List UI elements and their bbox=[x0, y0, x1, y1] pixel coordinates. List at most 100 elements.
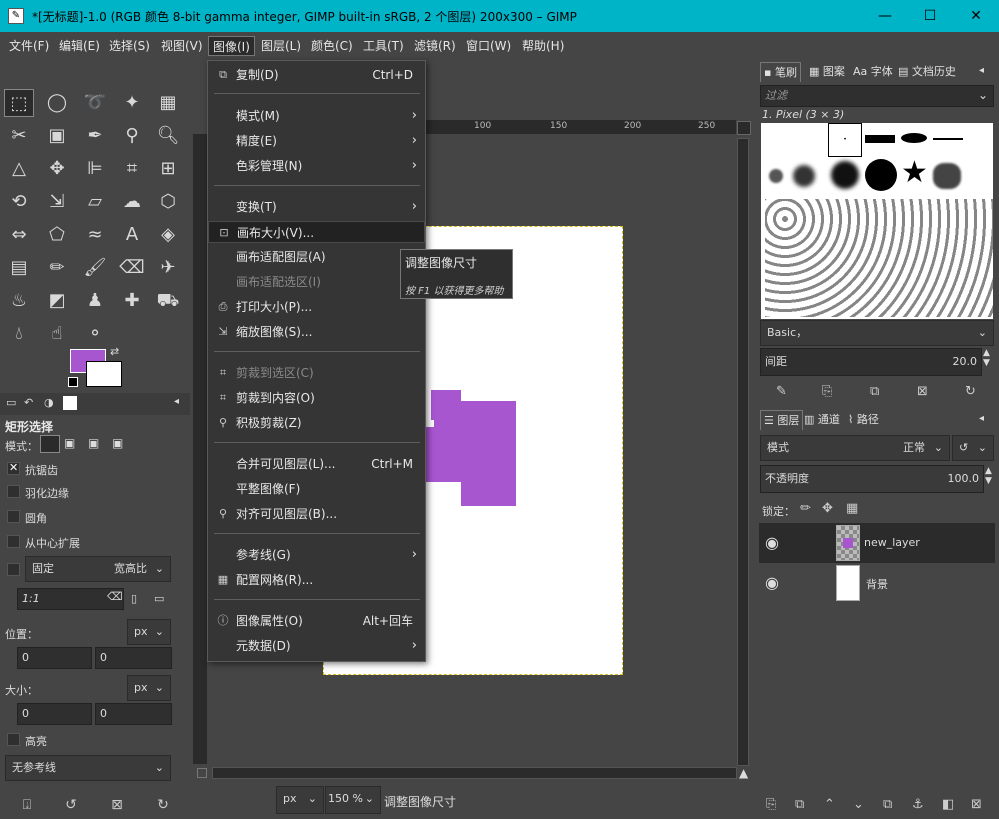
tab-brushes[interactable]: ▪ 笔刷 bbox=[760, 62, 801, 82]
tab-fonts[interactable]: Aa 字体 bbox=[850, 62, 896, 82]
menu-zealous-crop[interactable]: ⚲ 积极剪裁(Z) bbox=[208, 412, 425, 434]
refresh-brushes-icon[interactable]: ↻ bbox=[965, 384, 976, 399]
lock-alpha-icon[interactable]: ▦ bbox=[846, 501, 858, 516]
heal-icon[interactable]: ✚ bbox=[117, 287, 147, 315]
layer-name[interactable]: 背景 bbox=[866, 576, 888, 592]
eye-icon[interactable]: ◉ bbox=[765, 573, 779, 592]
swap-colors-icon[interactable]: ⇄ bbox=[110, 345, 119, 358]
clear-field-icon[interactable]: ⌫ bbox=[107, 590, 123, 603]
text-icon[interactable]: A bbox=[117, 221, 147, 249]
gradient-icon[interactable]: ▤ bbox=[4, 254, 34, 282]
spacing-slider[interactable]: 间距 20.0 bbox=[760, 348, 982, 376]
size-w-input[interactable]: 0 bbox=[17, 703, 92, 725]
menu-colors[interactable]: 颜色(C) bbox=[307, 36, 357, 56]
guides-dropdown[interactable]: 无参考线 ⌄ bbox=[5, 755, 171, 781]
chevron-down-icon[interactable]: ⌄ bbox=[978, 88, 988, 102]
composite-mode-dropdown[interactable]: ↺ ⌄ bbox=[952, 435, 994, 461]
mask-layer-icon[interactable]: ◧ bbox=[942, 797, 954, 812]
mode-subtract-icon[interactable]: ▣ bbox=[88, 436, 99, 450]
shear-icon[interactable]: ▱ bbox=[80, 188, 110, 216]
menu-fit-canvas-layers[interactable]: 画布适配图层(A) bbox=[208, 246, 425, 268]
menu-crop-to-selection[interactable]: ⌗ 剪裁到选区(C) bbox=[208, 362, 425, 384]
layer-mode-dropdown[interactable]: 模式 正常 ⌄ bbox=[760, 435, 950, 461]
brush-soft[interactable] bbox=[831, 161, 859, 189]
brush-hard[interactable] bbox=[865, 159, 897, 191]
edit-brush-icon[interactable]: ✎ bbox=[776, 384, 787, 399]
menu-layer[interactable]: 图层(L) bbox=[257, 36, 305, 56]
color-picker-icon[interactable]: ⚲ bbox=[117, 122, 147, 150]
new-brush-icon[interactable]: ⎘ bbox=[822, 384, 832, 399]
menu-duplicate[interactable]: ⧉ 复制(D) Ctrl+D bbox=[208, 64, 425, 86]
vertical-scrollbar[interactable] bbox=[737, 138, 749, 766]
menu-image[interactable]: 图像(I) bbox=[208, 36, 255, 56]
portrait-icon[interactable]: ▯ bbox=[131, 592, 137, 605]
navigate-icon[interactable] bbox=[737, 121, 751, 135]
menu-tools[interactable]: 工具(T) bbox=[359, 36, 408, 56]
foreground-select-icon[interactable]: ▣ bbox=[42, 122, 72, 150]
paintbrush-icon[interactable]: 🖌︎ bbox=[80, 254, 110, 282]
mode-replace-icon[interactable] bbox=[40, 435, 60, 453]
cage-icon[interactable]: ⬠ bbox=[42, 221, 72, 249]
dodge-burn-icon[interactable]: ⚬ bbox=[80, 320, 110, 348]
fixed-dropdown[interactable]: 固定 宽高比 ⌄ bbox=[25, 556, 171, 582]
3d-transform-icon[interactable]: ⬡ bbox=[153, 188, 183, 216]
blur-icon[interactable]: 💧︎ bbox=[4, 320, 34, 348]
brush-preset-dropdown[interactable]: Basic， ⌄ bbox=[760, 320, 994, 346]
menu-crop-to-content[interactable]: ⌗ 剪裁到内容(O) bbox=[208, 387, 425, 409]
duplicate-brush-icon[interactable]: ⧉ bbox=[870, 384, 879, 399]
brush-star[interactable]: ★ bbox=[901, 155, 928, 190]
eye-icon[interactable]: ◉ bbox=[765, 533, 779, 552]
new-layer-group-icon[interactable]: ⧉ bbox=[795, 797, 804, 812]
size-h-input[interactable]: 0 bbox=[95, 703, 172, 725]
expand-center-checkbox[interactable] bbox=[7, 535, 20, 548]
mode-add-icon[interactable]: ▣ bbox=[64, 436, 75, 450]
opacity-stepper[interactable]: ▲ ▼ bbox=[985, 466, 992, 486]
new-layer-icon[interactable]: ⎘ bbox=[766, 797, 776, 812]
menu-flatten[interactable]: 平整图像(F) bbox=[208, 478, 425, 500]
close-icon[interactable]: ✕ bbox=[953, 0, 999, 32]
menu-windows[interactable]: 窗口(W) bbox=[462, 36, 515, 56]
zoom-dropdown[interactable]: 150 % ⌄ bbox=[325, 786, 381, 814]
layer-row[interactable]: ◉ new_layer bbox=[759, 523, 995, 563]
tab-paths[interactable]: ⌇ 路径 bbox=[845, 410, 882, 430]
paths-icon[interactable]: ✒ bbox=[80, 122, 110, 150]
menu-precision[interactable]: 精度(E) › bbox=[208, 130, 425, 152]
rounded-checkbox[interactable] bbox=[7, 510, 20, 523]
device-status-tab-icon[interactable]: ↶ bbox=[24, 396, 33, 409]
brush-filter-input[interactable]: 过滤 bbox=[760, 85, 994, 107]
bucket-fill-icon[interactable]: ◈ bbox=[153, 221, 183, 249]
brush-line[interactable] bbox=[933, 138, 963, 140]
quick-mask-icon[interactable] bbox=[197, 768, 207, 778]
menu-select[interactable]: 选择(S) bbox=[105, 36, 154, 56]
menu-edit[interactable]: 编辑(E) bbox=[55, 36, 104, 56]
position-x-input[interactable]: 0 bbox=[17, 647, 92, 669]
menu-transform[interactable]: 变换(T) › bbox=[208, 196, 425, 218]
menu-metadata[interactable]: 元数据(D) › bbox=[208, 635, 425, 657]
lock-pixels-icon[interactable]: ✏ bbox=[800, 501, 811, 516]
menu-color-management[interactable]: 色彩管理(N) › bbox=[208, 155, 425, 177]
panel-menu-icon[interactable]: ◂ bbox=[979, 65, 984, 76]
scale-icon[interactable]: ⇲ bbox=[42, 188, 72, 216]
default-colors-icon[interactable] bbox=[68, 377, 78, 387]
horizontal-scrollbar[interactable] bbox=[212, 767, 737, 779]
menu-align-visible[interactable]: ⚲ 对齐可见图层(B)... bbox=[208, 503, 425, 525]
pencil-icon[interactable]: ✏ bbox=[42, 254, 72, 282]
menu-filters[interactable]: 滤镜(R) bbox=[410, 36, 460, 56]
measure-icon[interactable]: △ bbox=[4, 155, 34, 183]
warp-transform-icon[interactable]: ≈ bbox=[80, 221, 110, 249]
ellipse-select-icon[interactable]: ◯ bbox=[42, 89, 72, 117]
delete-layer-icon[interactable]: ⊠ bbox=[971, 797, 982, 812]
undo-history-tab-icon[interactable]: ◑ bbox=[44, 396, 54, 409]
brush-texture[interactable] bbox=[933, 163, 961, 189]
menu-guides[interactable]: 参考线(G) › bbox=[208, 544, 425, 566]
layer-name[interactable]: new_layer bbox=[864, 536, 920, 549]
duplicate-layer-icon[interactable]: ⧉ bbox=[883, 797, 892, 812]
menu-file[interactable]: 文件(F) bbox=[5, 36, 53, 56]
eraser-icon[interactable]: ⌫ bbox=[117, 254, 147, 282]
fixed-checkbox[interactable] bbox=[7, 563, 20, 576]
brush-soft[interactable] bbox=[769, 169, 783, 183]
fuzzy-select-icon[interactable]: ✦ bbox=[117, 89, 147, 117]
brush-block[interactable] bbox=[865, 135, 895, 143]
mypaint-icon[interactable]: ◩ bbox=[42, 287, 72, 315]
brushes-grid[interactable]: • ★ bbox=[761, 123, 993, 319]
